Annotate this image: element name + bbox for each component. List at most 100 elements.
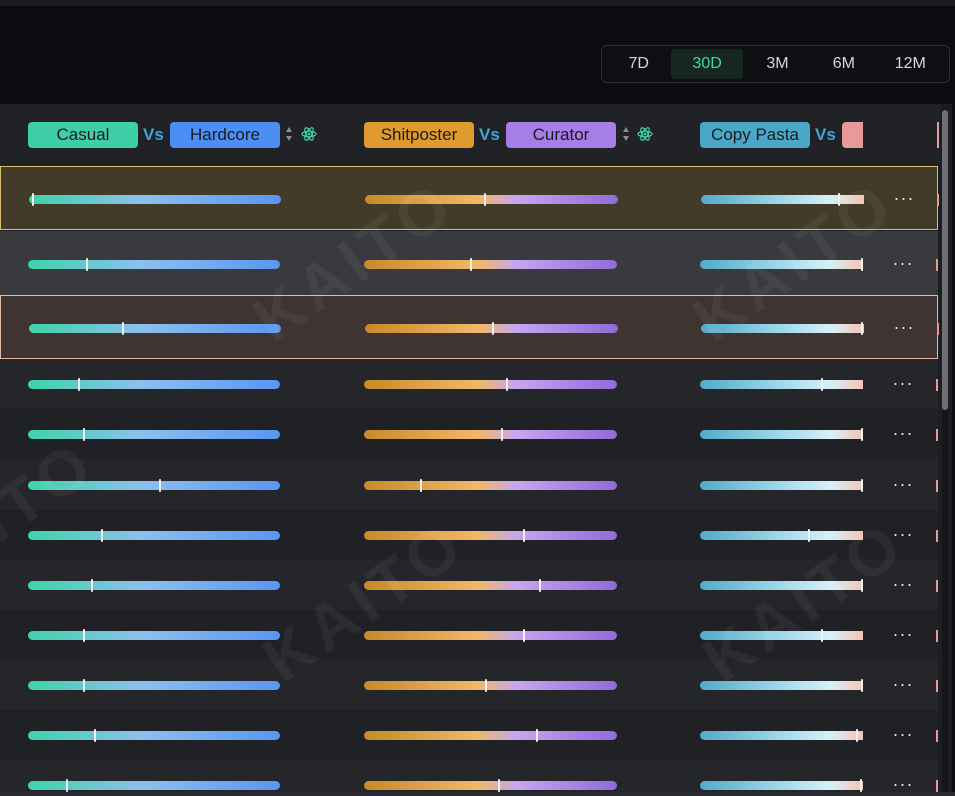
- copy-pasta-label[interactable]: Copy Pasta: [700, 122, 810, 148]
- period-6m[interactable]: 6M: [812, 49, 875, 79]
- ratio-bar: [364, 679, 617, 692]
- ratio-bar: [28, 779, 280, 792]
- ratio-marker: [539, 579, 541, 592]
- ratio-marker: [861, 428, 863, 441]
- shitposter-label[interactable]: Shitposter: [364, 122, 474, 148]
- ratio-marker: [861, 479, 863, 492]
- ratio-bar: [28, 378, 280, 391]
- vs-label: Vs: [479, 125, 500, 144]
- ratio-marker: [94, 729, 96, 742]
- ratio-marker: [122, 322, 124, 335]
- ratio-marker: [66, 779, 68, 792]
- ratio-bar: [364, 378, 617, 391]
- ratio-bar: [29, 322, 281, 335]
- period-7d[interactable]: 7D: [606, 49, 671, 79]
- table-row[interactable]: ···: [0, 459, 938, 510]
- atom-icon[interactable]: [637, 126, 653, 142]
- ratio-bar: [29, 193, 281, 206]
- column-edge: [936, 379, 938, 391]
- column-edge: [936, 480, 938, 492]
- ratio-marker: [501, 428, 503, 441]
- ratio-marker: [484, 193, 486, 206]
- sort-icon[interactable]: [286, 127, 293, 141]
- ratio-marker: [808, 529, 810, 542]
- ratio-marker: [83, 629, 85, 642]
- leaderboard-panel: Casual Vs Hardcore Shitposter Vs Curator…: [0, 104, 952, 796]
- ratio-bar: [28, 529, 280, 542]
- ratio-bar: [28, 729, 280, 742]
- period-12m[interactable]: 12M: [876, 49, 945, 79]
- more-horizontal-icon[interactable]: ···: [892, 625, 914, 643]
- atom-icon[interactable]: [301, 126, 317, 142]
- ratio-bar: [28, 629, 280, 642]
- column-edge: [936, 780, 938, 792]
- truncated-label[interactable]: [842, 122, 863, 148]
- table-row[interactable]: ···: [0, 760, 938, 796]
- ratio-bar: [364, 779, 617, 792]
- column-edge: [937, 194, 939, 206]
- ratio-bar: [700, 479, 863, 492]
- more-horizontal-icon[interactable]: ···: [892, 475, 914, 493]
- ratio-marker: [485, 679, 487, 692]
- table-row[interactable]: ···: [0, 359, 938, 409]
- ratio-bar: [28, 579, 280, 592]
- hardcore-label[interactable]: Hardcore: [170, 122, 280, 148]
- ratio-marker: [78, 378, 80, 391]
- ratio-bar: [700, 428, 863, 441]
- ratio-marker: [536, 729, 538, 742]
- ratio-marker: [86, 258, 88, 271]
- ratio-marker: [861, 322, 863, 335]
- column-edge: [936, 730, 938, 742]
- table-row[interactable]: ···: [0, 710, 938, 760]
- ratio-bar: [700, 729, 863, 742]
- bottom-border: [0, 792, 955, 796]
- more-horizontal-icon[interactable]: ···: [892, 254, 914, 272]
- ratio-marker: [861, 679, 863, 692]
- ratio-marker: [83, 428, 85, 441]
- more-horizontal-icon[interactable]: ···: [892, 725, 914, 743]
- table-row[interactable]: ···: [0, 409, 938, 459]
- ratio-marker: [159, 479, 161, 492]
- column-edge: [936, 530, 938, 542]
- ratio-bar: [364, 479, 617, 492]
- ratio-marker: [420, 479, 422, 492]
- period-3m[interactable]: 3M: [743, 49, 812, 79]
- scrollbar-thumb[interactable]: [942, 110, 948, 410]
- period-selector: 7D 30D 3M 6M 12M: [601, 45, 950, 83]
- ratio-marker: [492, 322, 494, 335]
- casual-label[interactable]: Casual: [28, 122, 138, 148]
- more-horizontal-icon[interactable]: ···: [893, 189, 915, 207]
- ratio-marker: [821, 378, 823, 391]
- column-edge: [936, 580, 938, 592]
- vs-label: Vs: [815, 125, 836, 144]
- vs-label: Vs: [143, 125, 164, 144]
- ratio-bar: [364, 629, 617, 642]
- column-edge: [937, 122, 939, 148]
- ratio-marker: [83, 679, 85, 692]
- more-horizontal-icon[interactable]: ···: [892, 374, 914, 392]
- ratio-marker: [91, 579, 93, 592]
- ratio-marker: [523, 629, 525, 642]
- ratio-marker: [101, 529, 103, 542]
- more-horizontal-icon[interactable]: ···: [893, 318, 915, 336]
- more-horizontal-icon[interactable]: ···: [892, 775, 914, 793]
- table-row[interactable]: ···: [0, 660, 938, 710]
- column-edge: [937, 323, 939, 335]
- table-row[interactable]: ···: [0, 295, 939, 359]
- column-edge: [936, 259, 938, 271]
- period-30d[interactable]: 30D: [671, 49, 743, 79]
- ratio-marker: [856, 729, 858, 742]
- ratio-bar: [700, 779, 863, 792]
- ratio-marker: [32, 193, 34, 206]
- more-horizontal-icon[interactable]: ···: [892, 675, 914, 693]
- ratio-bar: [700, 378, 863, 391]
- curator-label[interactable]: Curator: [506, 122, 616, 148]
- ratio-marker: [860, 779, 862, 792]
- column-header: Casual Vs Hardcore Shitposter Vs Curator…: [0, 104, 940, 166]
- ratio-marker: [506, 378, 508, 391]
- sort-icon[interactable]: [623, 127, 630, 141]
- ratio-marker: [523, 529, 525, 542]
- column-edge: [936, 680, 938, 692]
- ratio-marker: [861, 258, 863, 271]
- more-horizontal-icon[interactable]: ···: [892, 424, 914, 442]
